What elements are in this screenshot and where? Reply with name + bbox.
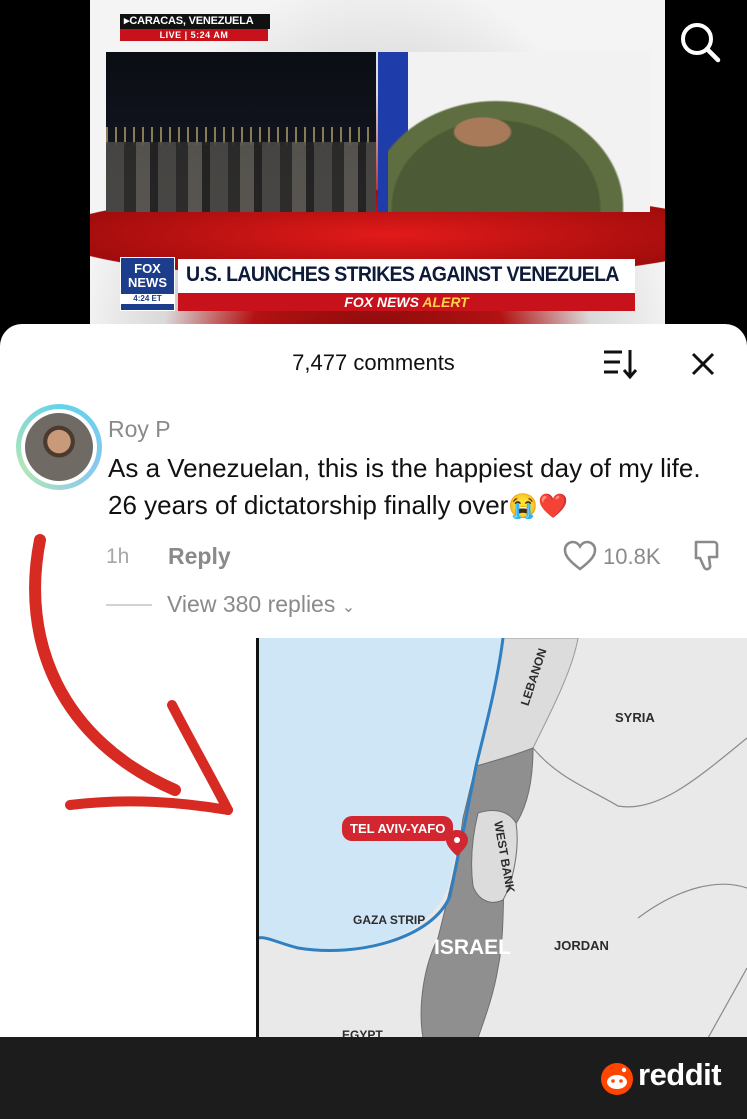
thumbs-down-icon (694, 540, 719, 571)
avatar[interactable] (16, 404, 102, 490)
search-button[interactable] (676, 18, 724, 66)
israel-map: LEBANON SYRIA TEL AVIV-YAFO WEST BANK GA… (258, 638, 747, 1038)
like-count: 10.8K (603, 544, 661, 569)
alert-word: ALERT (422, 294, 469, 310)
live-badge: LIVE | 5:24 AM (120, 29, 268, 41)
search-icon (681, 23, 721, 63)
label-tel-aviv: TEL AVIV-YAFO (342, 816, 454, 841)
alert-brand: FOX NEWS (344, 294, 419, 310)
news-chyron: FOX NEWS 4:24 ET U.S. LAUNCHES STRIKES AG… (120, 257, 635, 313)
comment-username[interactable]: Roy P (108, 416, 171, 443)
comment-text: As a Venezuelan, this is the happiest da… (108, 453, 701, 520)
sort-button[interactable] (600, 346, 640, 382)
footer-watermark: reddit (0, 1037, 747, 1119)
map-border (256, 638, 259, 1038)
network-time: 4:24 ET (121, 294, 174, 304)
headline-text: U.S. LAUNCHES STRIKES AGAINST VENEZUELA (186, 263, 620, 286)
reddit-logo-icon (601, 1063, 633, 1095)
chevron-down-icon: ⌄ (341, 599, 356, 616)
location-text: CARACAS, VENEZUELA (129, 15, 254, 27)
fox-news-logo: FOX NEWS 4:24 ET (120, 257, 175, 311)
label-jordan: JORDAN (554, 938, 609, 953)
live-label: LIVE (159, 30, 182, 40)
broadcast-frame: ▸CARACAS, VENEZUELA LIVE | 5:24 AM FOX NE… (90, 0, 665, 325)
alert-bar: FOX NEWS ALERT (178, 293, 635, 311)
location-tag: ▸CARACAS, VENEZUELA LIVE | 5:24 AM (120, 14, 270, 42)
close-button[interactable] (685, 346, 721, 382)
headline-bar: U.S. LAUNCHES STRIKES AGAINST VENEZUELA (178, 259, 635, 293)
label-israel: ISRAEL (434, 936, 512, 959)
reddit-wordmark: reddit (638, 1057, 722, 1092)
label-gaza-strip: GAZA STRIP (353, 913, 426, 927)
avatar-photo (25, 413, 93, 481)
live-time: 5:24 AM (190, 30, 229, 40)
video-player[interactable]: ▸CARACAS, VENEZUELA LIVE | 5:24 AM FOX NE… (0, 0, 747, 350)
sort-icon (604, 350, 638, 380)
dislike-button[interactable] (688, 538, 724, 574)
speaker-feed (378, 52, 650, 212)
heart-icon (563, 540, 597, 571)
city-night-feed (106, 52, 376, 212)
like-button[interactable] (562, 538, 598, 574)
comment-body: As a Venezuelan, this is the happiest da… (108, 450, 728, 525)
label-syria: SYRIA (615, 710, 655, 725)
close-icon (691, 352, 715, 376)
emoji-reaction: 😭❤️ (508, 493, 569, 520)
red-arrow-drawing (29, 534, 233, 815)
